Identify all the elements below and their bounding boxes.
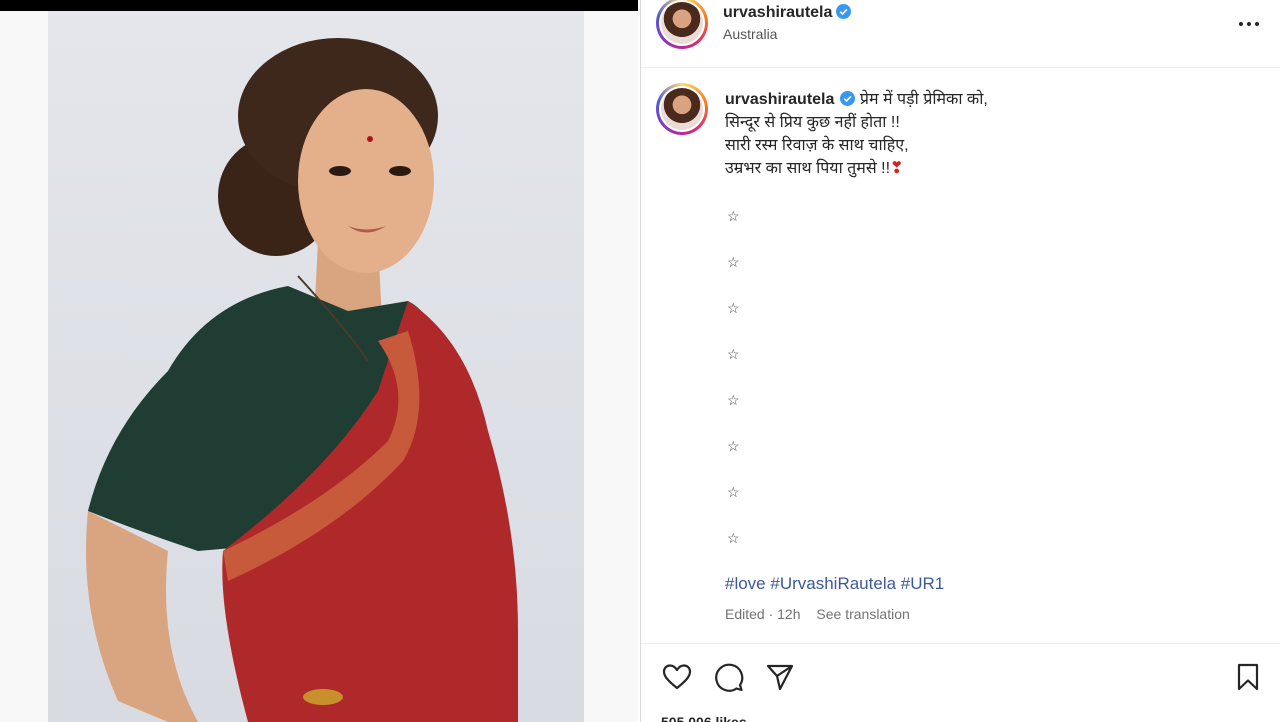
hashtag-ur1[interactable]: #UR1 (901, 574, 944, 593)
star-glyph: ☆ (727, 300, 740, 316)
caption-meta: Edited · 12h See translation (725, 606, 922, 622)
heart-icon[interactable] (661, 661, 693, 693)
star-glyph: ☆ (727, 484, 740, 500)
caption-username[interactable]: urvashirautela (725, 91, 834, 108)
star-glyph: ☆ (727, 346, 740, 362)
post-location[interactable]: Australia (723, 26, 777, 42)
comment-icon[interactable] (713, 661, 745, 693)
star-glyph: ☆ (727, 438, 740, 454)
share-icon[interactable] (764, 661, 796, 693)
caption-text-line-with-heart: उम्रभर का साथ पिया तुमसे !!❣ (725, 157, 1265, 180)
caption-avatar[interactable] (656, 83, 708, 135)
bookmark-icon[interactable] (1232, 661, 1264, 693)
hashtag-row: #love #UrvashiRautela #UR1 (725, 574, 944, 594)
author-avatar[interactable] (656, 0, 708, 49)
heart-emoji: ❣ (890, 160, 904, 177)
post-side-panel: urvashirautela Australia urvashirautela … (640, 0, 1280, 722)
hashtag-urvashirautela[interactable]: #UrvashiRautela (770, 574, 896, 593)
caption-area: urvashirautela प्रेम में पड़ी प्रेमिका क… (641, 69, 1280, 643)
see-translation-link[interactable]: See translation (816, 606, 909, 622)
verified-badge-icon (836, 4, 852, 19)
star-glyph: ☆ (727, 208, 740, 224)
post-photo[interactable] (48, 11, 584, 722)
more-options-icon[interactable] (1235, 14, 1263, 34)
author-username[interactable]: urvashirautela (723, 4, 832, 21)
caption-text: urvashirautela प्रेम में पड़ी प्रेमिका क… (725, 88, 1265, 180)
caption-line-1: urvashirautela प्रेम में पड़ी प्रेमिका क… (725, 88, 1265, 111)
author-username-row[interactable]: urvashirautela (723, 4, 852, 22)
caption-text-line: सारी रस्म रिवाज़ के साथ चाहिए, (725, 137, 909, 154)
post-photo-illustration (86, 38, 518, 722)
post-media-area (0, 0, 638, 722)
star-glyph: ☆ (727, 530, 740, 546)
star-glyph: ☆ (727, 254, 740, 270)
action-bar: 505,006 likes (641, 643, 1280, 722)
likes-count[interactable]: 505,006 likes (661, 714, 747, 722)
caption-text-line: प्रेम में पड़ी प्रेमिका को, (859, 91, 988, 108)
hashtag-love[interactable]: #love (725, 574, 766, 593)
star-glyph: ☆ (727, 392, 740, 408)
caption-text-line: उम्रभर का साथ पिया तुमसे !! (725, 160, 891, 177)
verified-badge-icon (840, 91, 856, 106)
media-top-bar (0, 0, 638, 11)
caption-text-line: सिन्दूर से प्रिय कुछ नहीं होता !! (725, 114, 900, 131)
post-header: urvashirautela Australia (641, 0, 1280, 68)
edited-timestamp: Edited · 12h (725, 606, 801, 622)
